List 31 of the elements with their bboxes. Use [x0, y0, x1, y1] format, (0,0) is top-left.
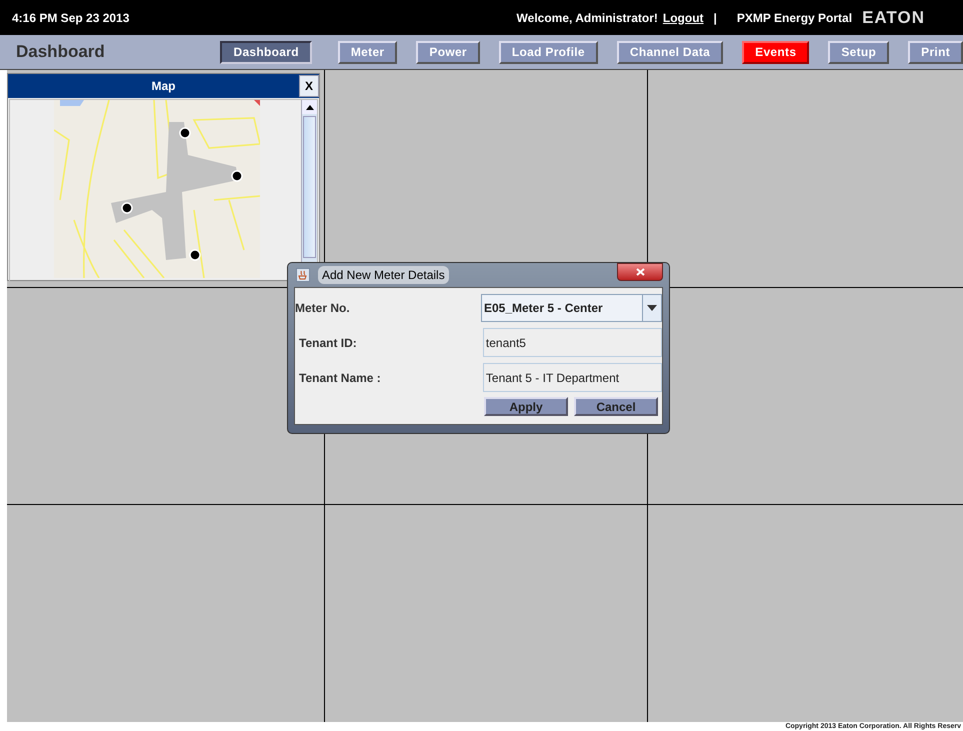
nav-button[interactable]: Power: [416, 40, 480, 64]
nav-button[interactable]: Channel Data: [616, 40, 724, 64]
input-field[interactable]: tenant5: [482, 328, 662, 357]
nav-button[interactable]: Meter: [338, 40, 398, 64]
dialog-title: Add New Meter Details: [318, 266, 449, 284]
nav-button[interactable]: Events: [742, 40, 810, 64]
meter-dropdown[interactable]: E05_Meter 5 - Center: [480, 294, 662, 322]
portal-name: PXMP Energy Portal: [736, 10, 852, 24]
dialog-button[interactable]: Cancel: [574, 397, 658, 416]
field-label: Tenant ID:: [298, 336, 358, 350]
welcome-text: Welcome, Administrator!: [516, 10, 658, 24]
dialog-button[interactable]: Apply: [484, 397, 568, 416]
close-button[interactable]: [617, 263, 663, 281]
close-icon: [636, 268, 644, 276]
coffee-cup-icon: [296, 268, 310, 282]
logout-link[interactable]: Logout: [662, 10, 704, 24]
input-field[interactable]: Tenant 5 - IT Department: [482, 363, 662, 392]
logo: EATON: [862, 8, 925, 28]
dropdown-arrow-icon: [647, 304, 657, 310]
field-label: Tenant Name :: [298, 370, 382, 384]
field-label: Meter No.: [295, 300, 351, 314]
nav-button[interactable]: Load Profile: [498, 40, 598, 64]
panel-title: Map: [152, 79, 176, 93]
nav-button[interactable]: Print: [908, 40, 963, 64]
date-time: 4:16 PM Sep 23 2013: [12, 10, 130, 24]
close-button[interactable]: X: [299, 75, 319, 97]
page-title: Dashboard: [16, 42, 106, 62]
nav-button[interactable]: Dashboard: [220, 40, 312, 64]
nav-button[interactable]: Setup: [828, 40, 890, 64]
separator-text: |: [714, 10, 717, 24]
scroll-up-icon[interactable]: [306, 104, 314, 110]
